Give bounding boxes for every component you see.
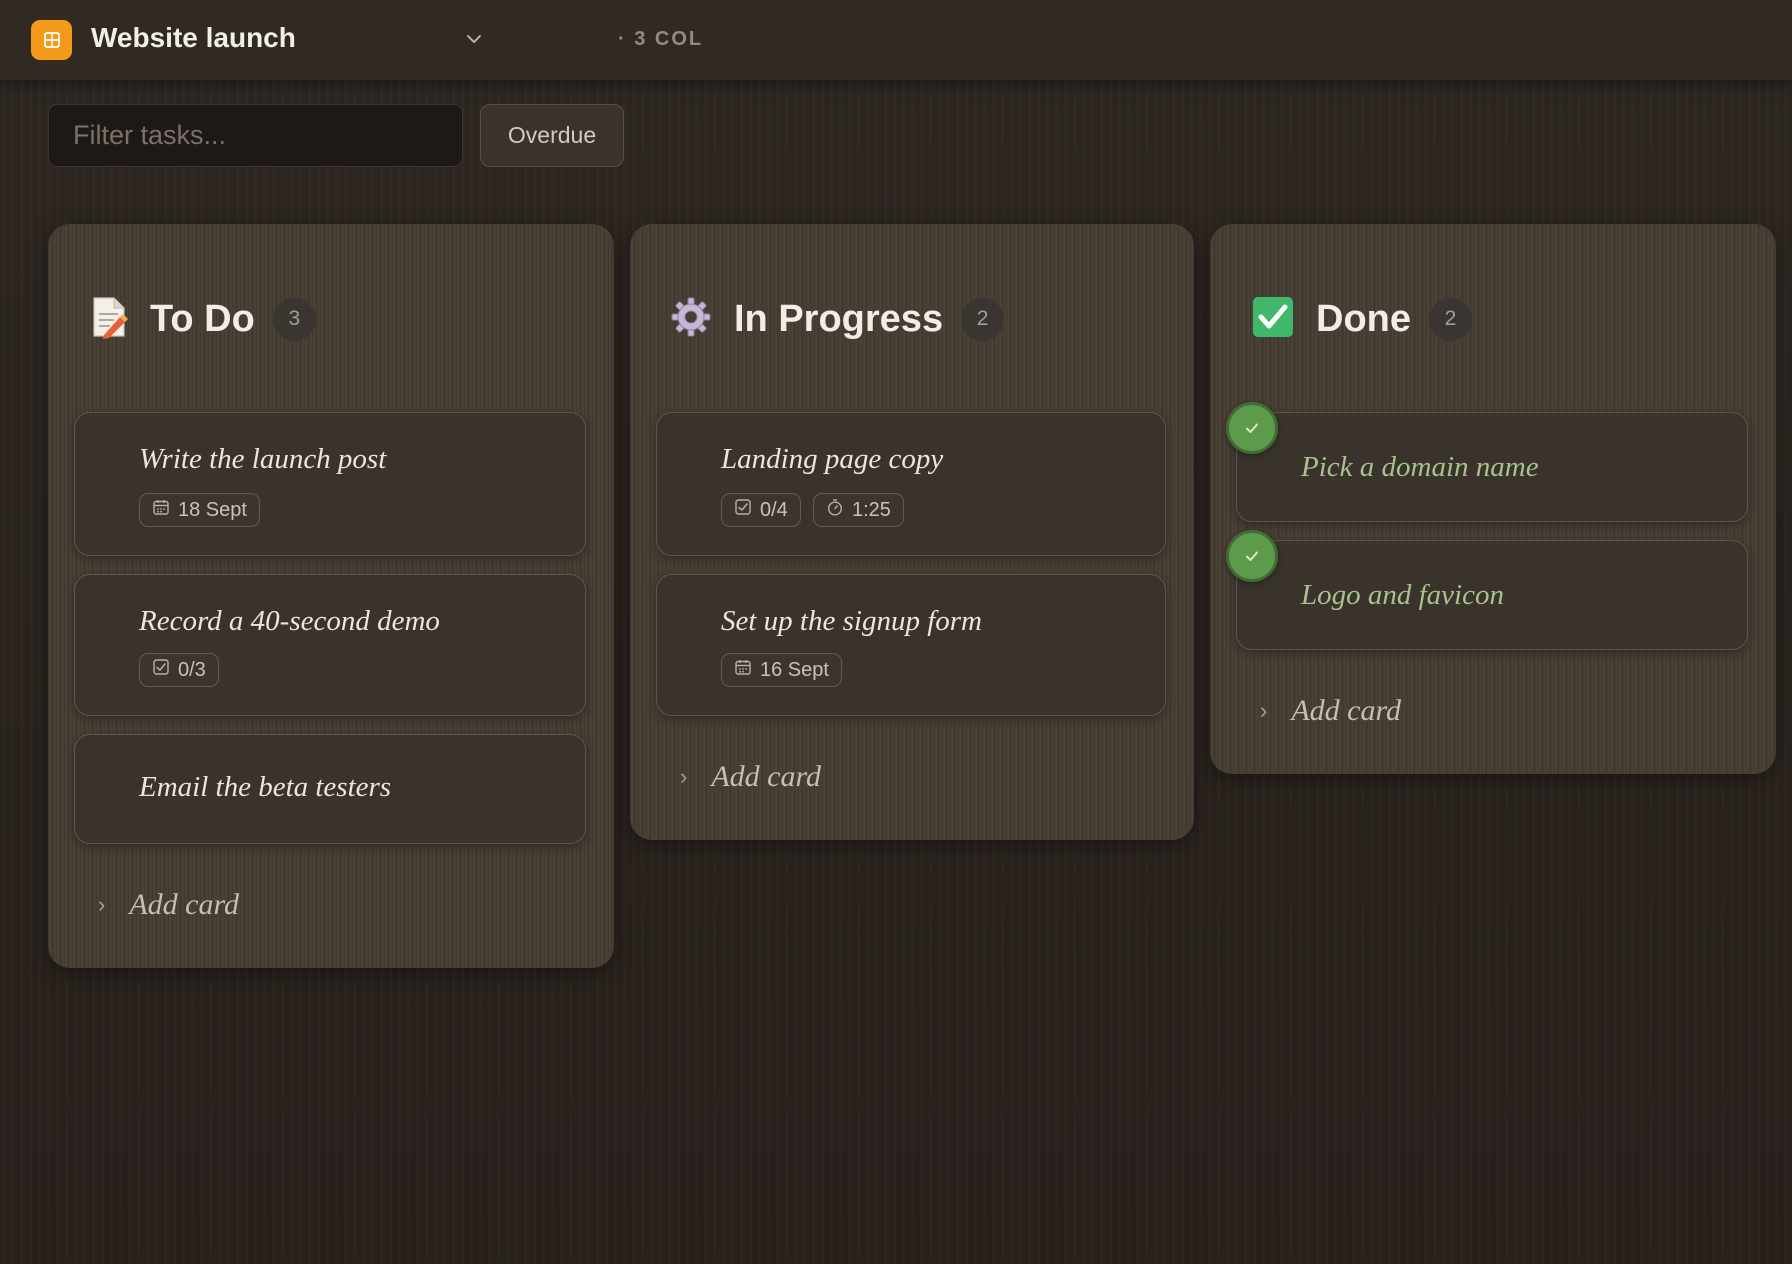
chevron-right-icon: ›	[1260, 698, 1268, 723]
chip-text: 1:25	[852, 498, 891, 521]
task-card[interactable]: Email the beta testers	[74, 734, 586, 844]
column-todo: To Do 3 Write the launch post 18 Sept Re…	[48, 224, 614, 968]
column-done: Done 2 Pick a domain name Logo and favic…	[1210, 224, 1776, 774]
chip-text: 0/3	[178, 658, 206, 681]
card-title: Landing page copy	[721, 443, 944, 475]
add-card-label: Add card	[711, 760, 822, 793]
checklist-chip: 0/4	[721, 493, 801, 527]
column-title: To Do	[150, 297, 255, 340]
board-icon[interactable]	[31, 20, 72, 60]
top-bar: Website launch · 3 COL	[0, 0, 1792, 80]
calendar-icon	[734, 658, 752, 682]
chevron-right-icon: ›	[98, 892, 106, 917]
add-card-button[interactable]: › Add card	[680, 760, 821, 794]
chip-text: 0/4	[760, 498, 788, 521]
card-title: Pick a domain name	[1301, 451, 1539, 483]
completed-check-icon[interactable]	[1226, 530, 1278, 582]
count-badge: 2	[961, 297, 1005, 341]
timer-chip: 1:25	[813, 493, 904, 527]
add-card-button[interactable]: › Add card	[98, 888, 239, 922]
card-title: Set up the signup form	[721, 605, 982, 637]
due-date-chip: 16 Sept	[721, 653, 842, 687]
chevron-right-icon: ›	[680, 764, 688, 789]
task-card[interactable]: Set up the signup form 16 Sept	[656, 574, 1166, 716]
card-title: Write the launch post	[139, 443, 387, 475]
filter-tasks-input[interactable]	[48, 104, 463, 167]
chevron-down-icon[interactable]	[465, 30, 483, 53]
column-header: Done 2	[1252, 294, 1472, 344]
add-card-button[interactable]: › Add card	[1260, 694, 1401, 728]
column-title: Done	[1316, 297, 1411, 340]
count-badge: 2	[1429, 297, 1472, 341]
task-card-done[interactable]: Pick a domain name	[1236, 412, 1748, 522]
card-title: Record a 40-second demo	[139, 605, 440, 637]
completed-check-icon[interactable]	[1226, 402, 1278, 454]
column-in-progress: In Progress 2 Landing page copy 0/4 1:25…	[630, 224, 1194, 840]
chip-text: 16 Sept	[760, 658, 829, 681]
check-box-icon	[1252, 296, 1294, 343]
stopwatch-icon	[826, 498, 844, 522]
add-card-label: Add card	[1291, 694, 1402, 727]
card-title: Email the beta testers	[139, 771, 392, 803]
checklist-icon	[734, 498, 752, 522]
column-header: To Do 3	[90, 294, 316, 344]
task-card[interactable]: Landing page copy 0/4 1:25	[656, 412, 1166, 556]
overdue-filter-button[interactable]: Overdue	[480, 104, 624, 167]
column-title: In Progress	[734, 297, 944, 340]
checklist-icon	[152, 658, 170, 682]
task-card-done[interactable]: Logo and favicon	[1236, 540, 1748, 650]
board-title[interactable]: Website launch	[91, 22, 296, 54]
card-title: Logo and favicon	[1301, 579, 1504, 611]
add-card-label: Add card	[129, 888, 240, 921]
column-header: In Progress 2	[670, 294, 1005, 344]
due-date-chip: 18 Sept	[139, 493, 260, 527]
chip-text: 18 Sept	[178, 498, 247, 521]
memo-icon	[90, 295, 128, 344]
calendar-icon	[152, 498, 170, 522]
gear-icon	[670, 296, 712, 343]
task-card[interactable]: Record a 40-second demo 0/3	[74, 574, 586, 716]
count-badge: 3	[272, 297, 316, 341]
task-card[interactable]: Write the launch post 18 Sept	[74, 412, 586, 556]
checklist-chip: 0/3	[139, 653, 219, 687]
column-count: · 3 COL	[618, 28, 704, 50]
